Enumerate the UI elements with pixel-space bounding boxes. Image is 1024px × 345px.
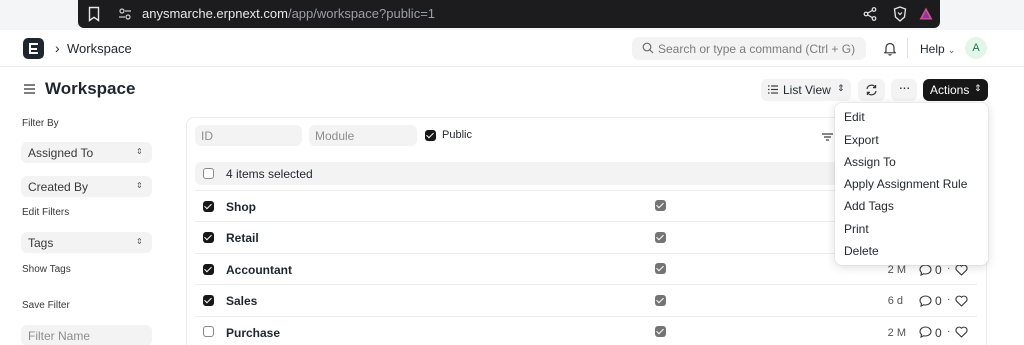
page-title: Workspace [45, 79, 136, 98]
url-path: /app/workspace?public=1 [287, 6, 436, 21]
separator-dot: · [947, 326, 951, 337]
actions-dropdown-menu: Edit Export Assign To Apply Assignment R… [835, 103, 988, 265]
select-caret-icon: ⇕ [136, 181, 143, 190]
menu-item-apply-assignment-rule[interactable]: Apply Assignment Rule [844, 177, 967, 191]
browser-toolbar: anysmarche.erpnext.com/app/workspace?pub… [0, 0, 1024, 30]
refresh-button[interactable] [858, 79, 885, 101]
bookmark-icon[interactable] [88, 6, 100, 22]
tags-select[interactable]: Tags ⇕ [21, 232, 152, 253]
row-select-checkbox[interactable] [203, 326, 214, 337]
row-modified-time: 2 M [887, 327, 906, 339]
row-title[interactable]: Shop [226, 200, 256, 214]
search-icon [642, 42, 654, 54]
list-view-label: List View [783, 83, 831, 97]
comment-count: 0 [935, 326, 942, 340]
row-divider [195, 316, 977, 317]
site-settings-icon[interactable] [119, 8, 131, 20]
navbar-divider [907, 38, 908, 58]
share-icon[interactable] [863, 7, 877, 21]
search-input[interactable] [658, 37, 863, 60]
select-caret-icon: ⇕ [974, 83, 982, 93]
row-public-checkbox [655, 263, 666, 274]
row-select-checkbox[interactable] [203, 201, 214, 212]
row-public-checkbox [655, 295, 666, 306]
brave-shield-icon[interactable] [893, 6, 907, 22]
row-modified-time: 2 M [887, 264, 906, 276]
awesomebar[interactable] [632, 37, 866, 60]
chevron-right-icon: › [55, 40, 60, 56]
assigned-to-label: Assigned To [28, 146, 94, 160]
filter-name-input[interactable] [21, 325, 152, 345]
select-all-checkbox[interactable] [203, 168, 214, 179]
select-caret-icon: ⇕ [136, 237, 143, 246]
user-avatar[interactable]: A [965, 37, 987, 59]
row-divider [195, 284, 977, 285]
like-heart-icon[interactable] [955, 326, 968, 338]
row-select-checkbox[interactable] [203, 232, 214, 243]
public-filter-label: Public [442, 129, 472, 141]
selection-count: 4 items selected [226, 167, 313, 181]
help-label: Help [920, 42, 945, 56]
actions-label: Actions [930, 83, 970, 97]
breadcrumb-workspace[interactable]: Workspace [67, 41, 132, 56]
menu-item-export[interactable]: Export [844, 133, 879, 147]
like-heart-icon[interactable] [955, 295, 968, 307]
filter-icon[interactable] [822, 133, 833, 141]
row-title[interactable]: Purchase [226, 326, 280, 340]
row-modified-time: 6 d [887, 295, 903, 307]
id-filter-input[interactable] [195, 125, 302, 146]
created-by-label: Created By [28, 180, 89, 194]
chevron-down-icon: ⌄ [947, 45, 956, 55]
menu-item-add-tags[interactable]: Add Tags [844, 199, 894, 213]
separator-dot: · [947, 294, 951, 305]
row-public-checkbox [655, 326, 666, 337]
list-icon [768, 85, 778, 94]
menu-item-assign-to[interactable]: Assign To [844, 155, 896, 169]
erpnext-logo-icon[interactable] [23, 38, 44, 59]
created-by-select[interactable]: Created By ⇕ [21, 176, 152, 197]
assigned-to-select[interactable]: Assigned To ⇕ [21, 142, 152, 163]
comment-icon[interactable] [919, 264, 932, 276]
comment-count: 0 [935, 294, 942, 308]
save-filter-heading: Save Filter [22, 300, 70, 311]
more-options-button[interactable]: ··· [891, 79, 917, 101]
row-title[interactable]: Retail [226, 231, 259, 245]
row-select-checkbox[interactable] [203, 295, 214, 306]
row-title[interactable]: Accountant [226, 263, 292, 277]
brave-rewards-icon[interactable] [919, 7, 933, 20]
actions-button[interactable]: Actions ⇕ [923, 79, 988, 101]
select-caret-icon: ⇕ [837, 83, 845, 93]
app-navbar [0, 30, 1024, 67]
like-heart-icon[interactable] [955, 264, 968, 276]
select-caret-icon: ⇕ [136, 147, 143, 156]
tags-label: Tags [28, 236, 54, 250]
comment-count: 0 [935, 263, 942, 277]
module-filter-input[interactable] [309, 125, 417, 146]
menu-item-edit[interactable]: Edit [844, 110, 865, 124]
notification-bell-icon[interactable] [883, 41, 897, 56]
edit-filters-link[interactable]: Edit Filters [22, 207, 69, 218]
menu-item-delete[interactable]: Delete [844, 244, 879, 258]
row-select-checkbox[interactable] [203, 264, 214, 275]
filter-by-heading: Filter By [22, 118, 59, 129]
show-tags-link[interactable]: Show Tags [22, 264, 71, 275]
row-public-checkbox [655, 232, 666, 243]
list-view-button[interactable]: List View ⇕ [761, 79, 851, 101]
row-title[interactable]: Sales [226, 294, 257, 308]
menu-item-print[interactable]: Print [844, 222, 869, 236]
help-dropdown[interactable]: Help ⌄ [920, 42, 955, 56]
row-public-checkbox [655, 200, 666, 211]
public-filter-checkbox[interactable] [425, 130, 436, 141]
comment-icon[interactable] [919, 326, 932, 338]
refresh-icon [866, 84, 877, 96]
comment-icon[interactable] [919, 295, 932, 307]
sidebar-toggle-icon[interactable] [24, 84, 35, 94]
url-text[interactable]: anysmarche.erpnext.com/app/workspace?pub… [142, 6, 435, 21]
url-host: anysmarche.erpnext.com [142, 6, 288, 21]
